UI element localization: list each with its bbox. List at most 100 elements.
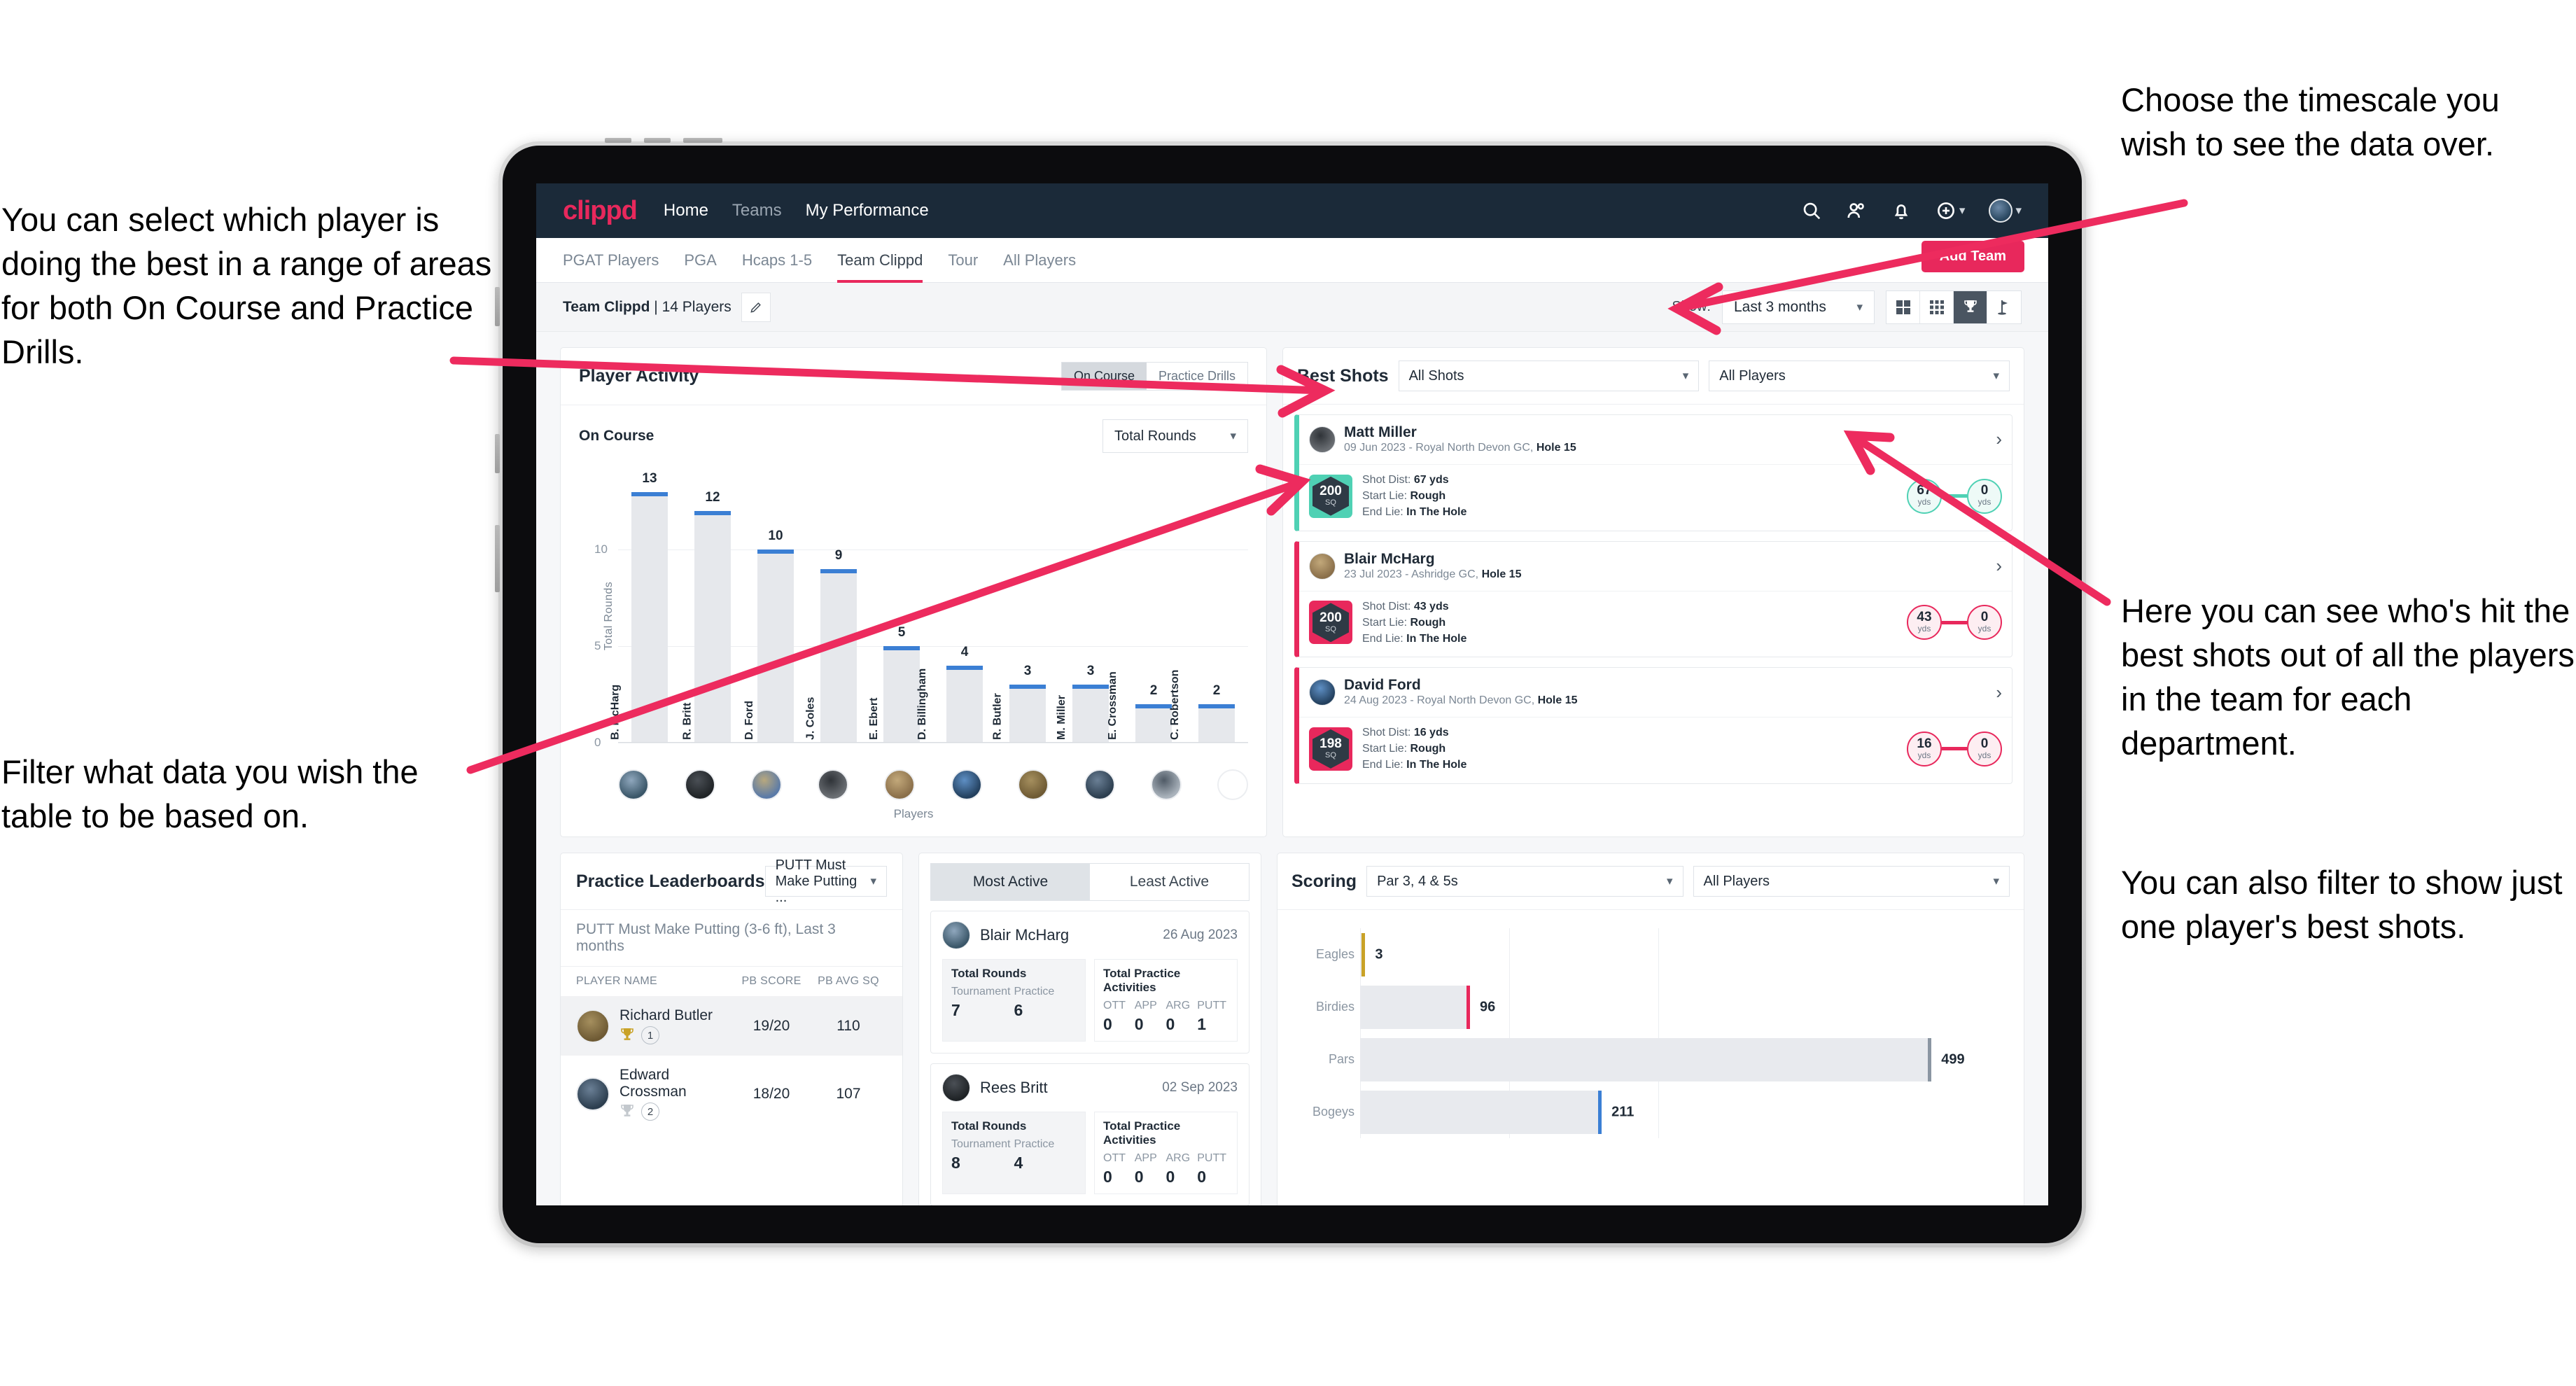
- nav-teams[interactable]: Teams: [732, 201, 782, 220]
- practice-metric: OTT 0: [1103, 1152, 1135, 1186]
- scoring-row[interactable]: Pars 499: [1329, 1037, 2001, 1082]
- best-shot-meta: 09 Jun 2023 - Royal North Devon GC, Hole…: [1344, 442, 1576, 454]
- shot-end-node: 0 yds: [1967, 478, 2002, 514]
- avatar[interactable]: [1989, 199, 2013, 223]
- avatar: [576, 1077, 610, 1111]
- tab-tour[interactable]: Tour: [948, 238, 978, 283]
- player-avatar[interactable]: [685, 769, 716, 800]
- tab-least-active[interactable]: Least Active: [1090, 864, 1249, 900]
- chevron-right-icon[interactable]: ›: [1996, 555, 2002, 577]
- best-shots-player-select[interactable]: All Players ▾: [1709, 360, 2010, 391]
- leaderboard-row[interactable]: Edward Crossman 2 18/20 107: [561, 1056, 902, 1132]
- chart-bar-column[interactable]: 2 C. Robertson: [1169, 472, 1248, 743]
- rounds-metric: Practice 6: [1014, 986, 1077, 1020]
- shot-start-value: 67: [1917, 483, 1932, 498]
- tab-most-active[interactable]: Most Active: [931, 864, 1090, 900]
- practice-metric-key: OTT: [1103, 1152, 1126, 1164]
- player-activity-header: Player Activity On Course Practice Drill…: [561, 348, 1266, 405]
- drill-select[interactable]: PUTT Must Make Putting ... ▾: [764, 858, 887, 905]
- chevron-right-icon[interactable]: ›: [1996, 682, 2002, 704]
- add-team-button[interactable]: Add Team: [1921, 241, 2024, 272]
- chart-bars: 13 B. McHarg 12 R. Britt 10 D. Ford 9 J. Coles 5…: [609, 471, 1248, 743]
- edit-team-button[interactable]: [741, 292, 771, 322]
- tab-pga[interactable]: PGA: [684, 238, 716, 283]
- player-avatar[interactable]: [1217, 769, 1248, 800]
- tab-all-players[interactable]: All Players: [1003, 238, 1076, 283]
- segment-practice-drills[interactable]: Practice Drills: [1147, 363, 1247, 390]
- activity-player-card[interactable]: Rees Britt 02 Sep 2023 Total Rounds Tournam…: [930, 1063, 1250, 1205]
- best-shot-card[interactable]: Matt Miller 09 Jun 2023 - Royal North Dev…: [1294, 414, 2012, 531]
- trophy-icon-button[interactable]: [1954, 290, 1987, 323]
- scoring-row[interactable]: Eagles 3: [1316, 932, 2001, 976]
- total-rounds-metrics: Tournament 7 Practice 6: [951, 986, 1077, 1020]
- par-filter-value: Par 3, 4 & 5s: [1377, 873, 1458, 889]
- plus-circle-icon[interactable]: [1935, 200, 1956, 221]
- segment-on-course[interactable]: On Course: [1061, 363, 1147, 390]
- pencil-icon: [750, 302, 761, 313]
- player-avatar[interactable]: [1150, 769, 1182, 800]
- chart-bar-cap: [1135, 704, 1172, 708]
- scoring-player-select[interactable]: All Players ▾: [1693, 866, 2010, 897]
- practice-metric: OTT 0: [1103, 1000, 1135, 1034]
- tab-hcaps-1-5[interactable]: Hcaps 1-5: [742, 238, 812, 283]
- activity-player-card[interactable]: Blair McHarg 26 Aug 2023 Total Rounds Tourn…: [930, 911, 1250, 1054]
- player-avatar[interactable]: [1084, 769, 1115, 800]
- chart-bar-column[interactable]: 3 R. Butler: [992, 472, 1059, 743]
- best-shot-card[interactable]: Blair McHarg 23 Jul 2023 - Ashridge GC, H…: [1294, 540, 2012, 658]
- player-avatar[interactable]: [884, 769, 916, 800]
- people-icon[interactable]: [1846, 200, 1867, 221]
- player-activity-title: Player Activity: [579, 366, 699, 386]
- column-pb-avg-sq: PB AVG SQ: [818, 975, 879, 987]
- par-filter-select[interactable]: Par 3, 4 & 5s ▾: [1366, 866, 1684, 897]
- search-icon[interactable]: [1801, 200, 1822, 221]
- chevron-down-icon[interactable]: ▾: [2015, 204, 2022, 218]
- chart-bar-cap: [694, 511, 731, 516]
- shot-start-unit: yds: [1917, 497, 1931, 507]
- best-shot-card[interactable]: David Ford 24 Aug 2023 - Royal North Devo…: [1294, 667, 2012, 784]
- shot-type-select[interactable]: All Shots ▾: [1398, 360, 1700, 391]
- scoring-row[interactable]: Bogeys 211: [1312, 1090, 2001, 1134]
- total-rounds-title: Total Rounds: [951, 967, 1027, 980]
- bell-icon[interactable]: [1891, 200, 1912, 221]
- player-avatar[interactable]: [618, 769, 649, 800]
- chart-bar-column[interactable]: 12 R. Britt: [681, 472, 744, 743]
- player-avatar[interactable]: [1017, 769, 1049, 800]
- scoring-row[interactable]: Birdies 96: [1316, 985, 2001, 1029]
- chart-bar-cap: [883, 646, 920, 651]
- leaderboard-rank: 2: [641, 1102, 659, 1121]
- scoring-bar-tip: [1466, 985, 1471, 1029]
- team-name: Team Clippd: [563, 298, 650, 315]
- tab-team-clippd[interactable]: Team Clippd: [837, 238, 923, 283]
- rounds-metric-key: Tournament: [951, 1138, 1011, 1150]
- activity-date: 02 Sep 2023: [1162, 1080, 1238, 1095]
- nav-home[interactable]: Home: [664, 201, 708, 220]
- best-shots-header: Best Shots All Shots ▾ All Players ▾: [1283, 348, 2024, 405]
- practice-metric-key: PUTT: [1197, 1000, 1227, 1011]
- chart-bar: 13 B. McHarg: [609, 471, 668, 743]
- player-avatar[interactable]: [751, 769, 783, 800]
- practice-leaderboards-card: Practice Leaderboards PUTT Must Make Put…: [560, 853, 903, 1205]
- chart-bar-column[interactable]: 9 J. Coles: [804, 472, 870, 743]
- chart-bar-column[interactable]: 4 D. Billingham: [916, 472, 996, 743]
- player-avatar[interactable]: [818, 769, 849, 800]
- chart-bar: 2 C. Robertson: [1169, 670, 1235, 743]
- timescale-select[interactable]: Last 3 months ▾: [1722, 290, 1875, 324]
- tab-pgat-players[interactable]: PGAT Players: [563, 238, 659, 283]
- tablet-button: [495, 434, 500, 473]
- player-avatar[interactable]: [951, 769, 982, 800]
- best-shots-player-value: All Players: [1719, 368, 1786, 384]
- practice-metric: PUTT 0: [1197, 1152, 1228, 1186]
- grid-2x2-icon-button[interactable]: [1886, 290, 1920, 323]
- golf-flag-icon-button[interactable]: [1987, 291, 2021, 323]
- chevron-down-icon[interactable]: ▾: [1959, 204, 1966, 218]
- chart-bar-column[interactable]: 10 D. Ford: [743, 472, 807, 743]
- clippd-logo[interactable]: clippd: [563, 196, 638, 226]
- nav-my-performance[interactable]: My Performance: [806, 201, 929, 220]
- grid-3x3-icon-button[interactable]: [1920, 290, 1954, 323]
- metric-select[interactable]: Total Rounds ▾: [1102, 419, 1248, 453]
- chart-bar-column[interactable]: 13 B. McHarg: [609, 471, 681, 743]
- practice-metric-value: 1: [1197, 1015, 1207, 1033]
- practice-metric: APP 0: [1135, 1000, 1166, 1034]
- chevron-right-icon[interactable]: ›: [1996, 428, 2002, 450]
- leaderboard-row[interactable]: Richard Butler 1 19/20 110: [561, 996, 902, 1056]
